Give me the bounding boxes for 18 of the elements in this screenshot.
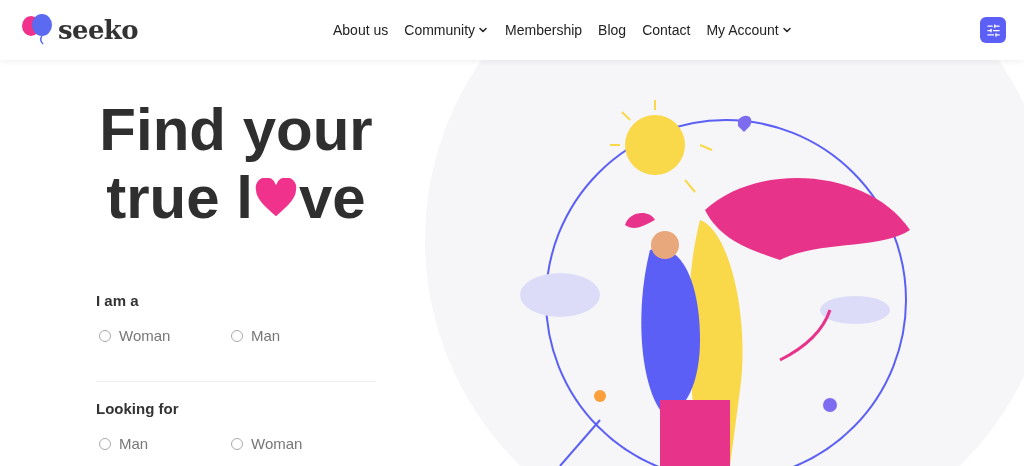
nav-link[interactable]: About us: [333, 19, 389, 41]
hero-headline: Find your true l ve: [98, 96, 374, 232]
radio-option[interactable]: Woman: [228, 432, 360, 455]
brand-name[interactable]: seeko: [58, 10, 138, 50]
group-label: Looking for: [96, 399, 180, 419]
group-label: I am a: [96, 291, 140, 311]
radio-option[interactable]: Man: [228, 324, 360, 347]
nav-link[interactable]: Community: [404, 19, 490, 41]
nav-link[interactable]: Membership: [505, 19, 583, 41]
nav-link[interactable]: My Account: [706, 19, 793, 41]
nav-link[interactable]: Blog: [598, 19, 627, 41]
radio-option[interactable]: Woman: [96, 324, 228, 347]
nav-link[interactable]: Contact: [642, 19, 691, 41]
filter-button[interactable]: [980, 17, 1006, 43]
radio-option[interactable]: Man: [96, 432, 228, 455]
balloons-logo-icon: [20, 14, 54, 46]
filter-icon: [985, 22, 1001, 38]
heart-icon: [253, 178, 298, 218]
